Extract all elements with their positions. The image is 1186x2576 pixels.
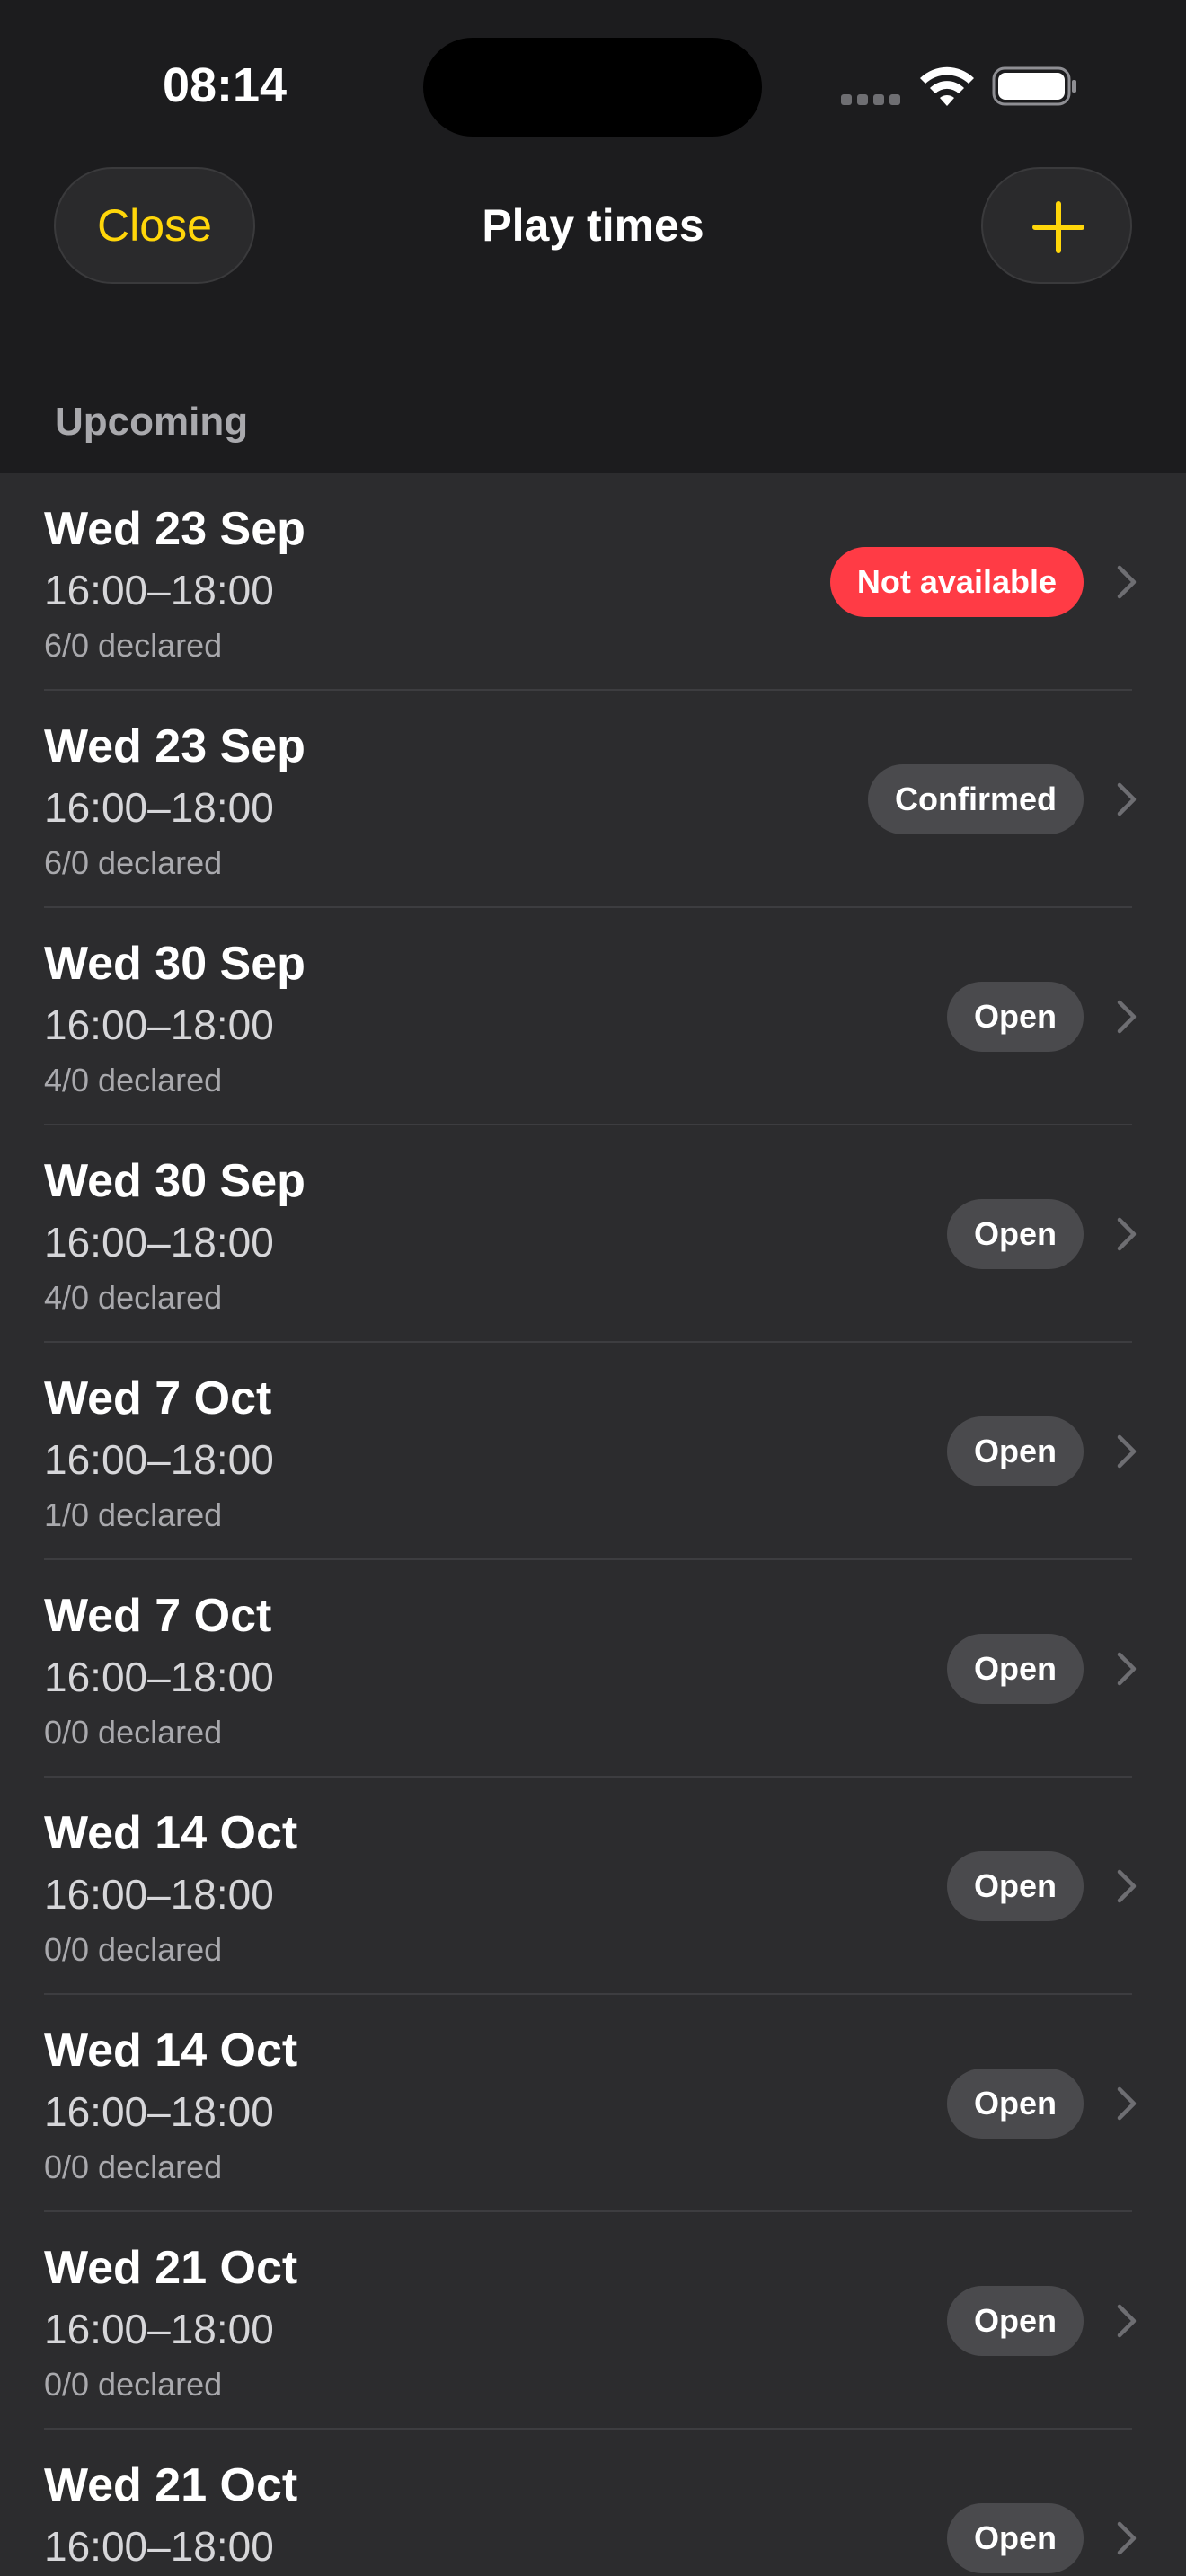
list-item[interactable]: Wed 21 Oct 16:00–18:00 Open bbox=[0, 2430, 1186, 2576]
section-header-upcoming: Upcoming bbox=[55, 400, 249, 444]
row-declared: 6/0 declared bbox=[44, 844, 223, 881]
status-bar: 08:14 bbox=[0, 0, 1186, 162]
chevron-right-icon bbox=[1117, 2086, 1137, 2121]
status-badge: Open bbox=[946, 1634, 1084, 1704]
wifi-icon bbox=[920, 66, 974, 106]
list-item[interactable]: Wed 23 Sep 16:00–18:00 6/0 declared Not … bbox=[0, 473, 1186, 691]
status-badge: Open bbox=[946, 1851, 1084, 1921]
chevron-right-icon bbox=[1117, 1434, 1137, 1469]
chevron-right-icon bbox=[1117, 1000, 1137, 1034]
chevron-right-icon bbox=[1117, 1652, 1137, 1686]
page-title: Play times bbox=[482, 200, 704, 251]
play-times-list: Wed 23 Sep 16:00–18:00 6/0 declared Not … bbox=[0, 473, 1186, 2576]
chevron-right-icon bbox=[1117, 2521, 1137, 2555]
status-badge: Open bbox=[946, 982, 1084, 1052]
status-time: 08:14 bbox=[162, 58, 288, 112]
row-time: 16:00–18:00 bbox=[44, 2088, 274, 2135]
list-item[interactable]: Wed 21 Oct 16:00–18:00 0/0 declared Open bbox=[0, 2212, 1186, 2430]
row-declared: 4/0 declared bbox=[44, 1279, 223, 1316]
row-time: 16:00–18:00 bbox=[44, 1871, 274, 1918]
row-time: 16:00–18:00 bbox=[44, 1219, 274, 1266]
row-date: Wed 23 Sep bbox=[44, 503, 305, 555]
list-item[interactable]: Wed 23 Sep 16:00–18:00 6/0 declared Conf… bbox=[0, 691, 1186, 908]
row-declared: 6/0 declared bbox=[44, 627, 223, 664]
list-item[interactable]: Wed 30 Sep 16:00–18:00 4/0 declared Open bbox=[0, 1125, 1186, 1343]
status-badge: Open bbox=[946, 2069, 1084, 2139]
row-date: Wed 7 Oct bbox=[44, 1590, 272, 1642]
row-time: 16:00–18:00 bbox=[44, 1654, 274, 1700]
play-times-screen: 08:14 Close Play times Upcoming Wed 23 S… bbox=[0, 0, 1186, 2576]
add-button[interactable] bbox=[981, 167, 1132, 284]
status-badge: Open bbox=[946, 1416, 1084, 1486]
close-button[interactable]: Close bbox=[54, 167, 255, 284]
status-badge: Open bbox=[946, 2286, 1084, 2356]
list-item[interactable]: Wed 14 Oct 16:00–18:00 0/0 declared Open bbox=[0, 1778, 1186, 1995]
row-declared: 0/0 declared bbox=[44, 1931, 223, 1968]
chevron-right-icon bbox=[1117, 1217, 1137, 1251]
row-declared: 4/0 declared bbox=[44, 1062, 223, 1098]
row-declared: 0/0 declared bbox=[44, 2366, 223, 2403]
list-item[interactable]: Wed 30 Sep 16:00–18:00 4/0 declared Open bbox=[0, 908, 1186, 1125]
row-declared: 1/0 declared bbox=[44, 1496, 223, 1533]
chevron-right-icon bbox=[1117, 565, 1137, 599]
chevron-right-icon bbox=[1117, 782, 1137, 816]
status-badge: Open bbox=[946, 2503, 1084, 2573]
row-date: Wed 21 Oct bbox=[44, 2459, 298, 2511]
row-declared: 0/0 declared bbox=[44, 1714, 223, 1751]
row-time: 16:00–18:00 bbox=[44, 1436, 274, 1483]
row-time: 16:00–18:00 bbox=[44, 1001, 274, 1048]
status-badge: Open bbox=[946, 1199, 1084, 1269]
list-item[interactable]: Wed 14 Oct 16:00–18:00 0/0 declared Open bbox=[0, 1995, 1186, 2212]
row-date: Wed 30 Sep bbox=[44, 1155, 305, 1207]
status-badge: Not available bbox=[829, 547, 1084, 617]
row-date: Wed 23 Sep bbox=[44, 720, 305, 772]
cellular-signal-icon bbox=[841, 94, 900, 105]
row-declared: 0/0 declared bbox=[44, 2148, 223, 2185]
row-time: 16:00–18:00 bbox=[44, 2523, 274, 2570]
status-badge: Confirmed bbox=[868, 764, 1084, 834]
row-time: 16:00–18:00 bbox=[44, 784, 274, 831]
row-time: 16:00–18:00 bbox=[44, 2306, 274, 2352]
row-date: Wed 14 Oct bbox=[44, 2025, 298, 2077]
row-date: Wed 14 Oct bbox=[44, 1807, 298, 1859]
row-date: Wed 30 Sep bbox=[44, 938, 305, 990]
chevron-right-icon bbox=[1117, 1869, 1137, 1903]
row-time: 16:00–18:00 bbox=[44, 567, 274, 613]
battery-icon bbox=[992, 66, 1076, 106]
plus-icon bbox=[1032, 201, 1084, 253]
row-date: Wed 21 Oct bbox=[44, 2242, 298, 2294]
list-item[interactable]: Wed 7 Oct 16:00–18:00 0/0 declared Open bbox=[0, 1560, 1186, 1778]
list-item[interactable]: Wed 7 Oct 16:00–18:00 1/0 declared Open bbox=[0, 1343, 1186, 1560]
row-date: Wed 7 Oct bbox=[44, 1372, 272, 1425]
chevron-right-icon bbox=[1117, 2304, 1137, 2338]
dynamic-island bbox=[423, 38, 762, 137]
